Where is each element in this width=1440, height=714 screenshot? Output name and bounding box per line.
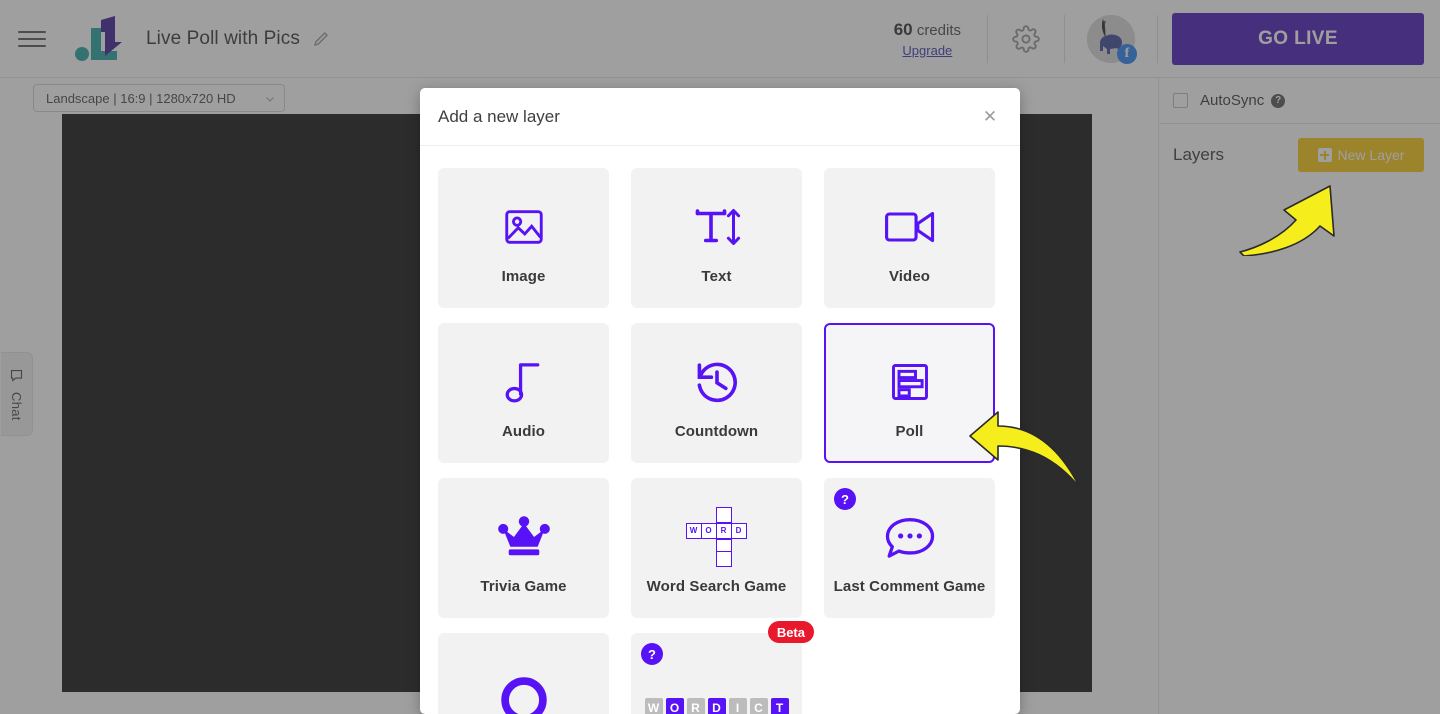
help-badge-icon[interactable]: ? bbox=[641, 643, 663, 665]
wordict-tile: D bbox=[707, 698, 726, 714]
wordict-tile: I bbox=[728, 698, 747, 714]
modal-body: Image Text Video Audio Countdown Poll Tr… bbox=[420, 146, 1020, 714]
layer-card-label: Video bbox=[888, 267, 931, 285]
layer-card-label: Text bbox=[701, 267, 732, 285]
layer-card-last-comment-game[interactable]: ? Last Comment Game bbox=[824, 478, 995, 618]
layer-card-label: Trivia Game bbox=[480, 577, 567, 595]
text-size-icon bbox=[693, 192, 741, 262]
layer-card-text[interactable]: Text bbox=[631, 168, 802, 308]
help-badge-icon[interactable]: ? bbox=[834, 488, 856, 510]
layer-card-countdown[interactable]: Countdown bbox=[631, 323, 802, 463]
crossword-cell: D bbox=[730, 522, 747, 539]
wordict-tile: C bbox=[749, 698, 768, 714]
layer-card-label: Image bbox=[501, 267, 546, 285]
wordict-tiles-icon: W O R D I C T bbox=[644, 698, 789, 714]
close-icon[interactable]: ✕ bbox=[980, 107, 1000, 127]
crossword-icon: W O R D bbox=[685, 502, 748, 572]
beta-badge: Beta bbox=[767, 621, 814, 643]
layer-card-video[interactable]: Video bbox=[824, 168, 995, 308]
wordict-tile: R bbox=[686, 698, 705, 714]
layer-card-label: Word Search Game bbox=[646, 577, 787, 595]
wordict-row: W O R D I C T bbox=[644, 698, 789, 714]
music-note-icon bbox=[502, 347, 546, 417]
layer-card-word-search-game[interactable]: W O R D Word Search Game bbox=[631, 478, 802, 618]
layer-card-wordict[interactable]: Beta ? W O R D I C T bbox=[631, 621, 814, 714]
layer-card-trivia-game[interactable]: Trivia Game bbox=[438, 478, 609, 618]
layer-card-label: Countdown bbox=[674, 422, 759, 440]
video-camera-icon bbox=[884, 192, 936, 262]
crossword-cell: O bbox=[700, 522, 717, 539]
layer-card-label: Audio bbox=[502, 422, 545, 440]
wordict-tile: T bbox=[770, 698, 789, 714]
crossword-cell: W bbox=[685, 522, 702, 539]
wordict-tile: O bbox=[665, 698, 684, 714]
layer-card-label: Poll bbox=[895, 422, 924, 440]
modal-title: Add a new layer bbox=[438, 106, 560, 126]
app-root: Live Poll with Pics 60 credits Upgrade bbox=[0, 0, 1440, 714]
add-layer-modal: Add a new layer ✕ Image Text Video Audio… bbox=[420, 88, 1020, 714]
ring-icon bbox=[497, 673, 551, 714]
crossword-cell bbox=[715, 506, 732, 523]
layer-type-grid: Image Text Video Audio Countdown Poll Tr… bbox=[438, 168, 1000, 714]
modal-header: Add a new layer ✕ bbox=[420, 88, 1020, 146]
image-icon bbox=[501, 192, 547, 262]
layer-card-poll[interactable]: Poll bbox=[824, 323, 995, 463]
layer-card-image[interactable]: Image bbox=[438, 168, 609, 308]
poll-bars-icon bbox=[888, 347, 932, 417]
layer-card-spin-wheel[interactable] bbox=[438, 633, 609, 714]
crossword-cell bbox=[715, 550, 732, 567]
layer-card-audio[interactable]: Audio bbox=[438, 323, 609, 463]
wordict-tile: W bbox=[644, 698, 663, 714]
layer-card-label: Last Comment Game bbox=[833, 577, 986, 595]
clock-rewind-icon bbox=[693, 347, 741, 417]
comment-dots-icon bbox=[884, 502, 936, 572]
crown-icon bbox=[497, 502, 550, 572]
crossword-cell: R bbox=[715, 522, 732, 539]
